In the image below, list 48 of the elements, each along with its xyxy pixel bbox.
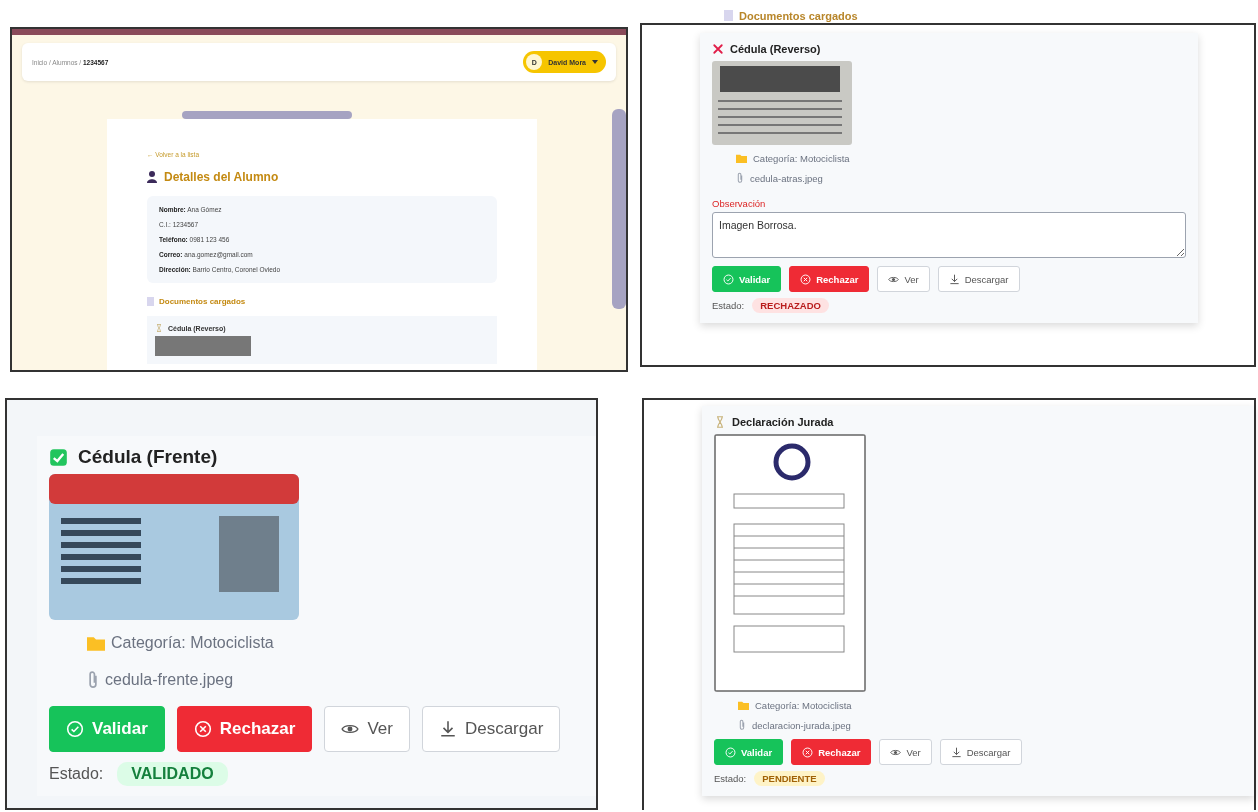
- status-badge: RECHAZADO: [752, 298, 829, 313]
- download-button[interactable]: Descargar: [937, 266, 1020, 292]
- download-icon: [948, 273, 960, 285]
- paperclip-icon: [738, 719, 746, 731]
- reject-button[interactable]: Rechazar: [791, 739, 872, 765]
- section-heading: Documentos cargados: [739, 9, 858, 22]
- category-label: Categoría: Motociclista: [111, 634, 274, 652]
- document-title: Cédula (Reverso): [730, 43, 821, 55]
- view-button[interactable]: Ver: [877, 266, 930, 292]
- document-icon: [147, 297, 154, 306]
- view-button[interactable]: Ver: [879, 739, 932, 765]
- download-button[interactable]: Descargar: [421, 706, 561, 752]
- download-icon: [950, 746, 962, 758]
- file-name: cedula-frente.jpeg: [105, 671, 234, 689]
- file-name: cedula-atras.jpeg: [750, 172, 823, 184]
- category-label: Categoría: Motociclista: [755, 700, 852, 711]
- file-name: declaracion-jurada.jpeg: [752, 719, 851, 731]
- x-circle-icon: [193, 720, 212, 738]
- check-circle-icon: [725, 746, 736, 758]
- x-circle-icon: [802, 746, 814, 758]
- paperclip-icon: [736, 172, 744, 184]
- section-heading: Documentos cargados: [159, 297, 246, 306]
- view-button[interactable]: Ver: [324, 706, 410, 752]
- status-badge: PENDIENTE: [754, 771, 825, 786]
- page-title: Detalles del Alumno: [164, 170, 279, 184]
- caret-icon: [592, 60, 598, 64]
- observation-label: Observación: [712, 198, 767, 209]
- paperclip-icon: [87, 670, 99, 690]
- x-circle-icon: [800, 273, 812, 285]
- folder-icon: [87, 635, 105, 651]
- check-circle-icon: [66, 720, 84, 738]
- document-title: Declaración Jurada: [732, 416, 834, 428]
- category-label: Categoría: Motociclista: [753, 153, 850, 164]
- download-button[interactable]: Descargar: [939, 739, 1022, 765]
- status-badge: VALIDADO: [117, 762, 228, 786]
- reject-button[interactable]: Rechazar: [176, 706, 313, 752]
- check-circle-icon: [723, 273, 734, 285]
- state-label: Estado:: [712, 300, 745, 311]
- folder-icon: [738, 701, 749, 710]
- document-title: Cédula (Frente): [78, 446, 218, 468]
- download-icon: [438, 720, 457, 738]
- state-label: Estado:: [49, 765, 104, 783]
- state-label: Estado:: [714, 773, 747, 784]
- document-icon: [724, 10, 733, 21]
- observation-field[interactable]: Imagen Borrosa.: [712, 212, 1186, 258]
- person-icon: [147, 171, 157, 183]
- folder-icon: [736, 154, 747, 163]
- reject-button[interactable]: Rechazar: [789, 266, 870, 292]
